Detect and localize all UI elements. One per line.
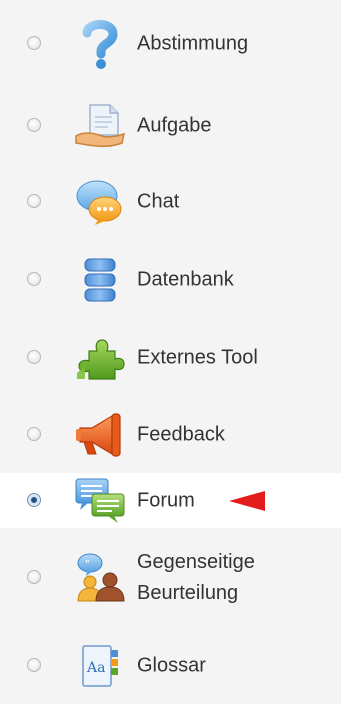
chat-bubbles-icon [74,176,126,228]
radio-feedback[interactable] [27,426,41,441]
activity-option-externes-tool[interactable]: Externes Tool [0,319,341,396]
puzzle-piece-icon [74,332,126,384]
peer-review-people-icon: " [74,552,126,604]
activity-label-forum: Forum [137,489,195,511]
radio-abstimmung[interactable] [27,36,41,50]
activity-label-chat: Chat [137,190,180,213]
radio-externes-tool[interactable] [27,349,41,364]
database-icon [74,254,126,306]
radio-forum[interactable] [27,492,41,507]
activity-option-abstimmung[interactable]: Abstimmung [0,0,341,88]
svg-text:": " [85,559,90,570]
document-hand-icon [74,100,126,152]
activity-label-glossar: Glossar [137,654,206,677]
radio-gegenseitige-beurteilung[interactable] [27,570,41,584]
activity-label-feedback: Feedback [137,423,225,445]
megaphone-icon [74,409,126,461]
activity-label-abstimmung: Abstimmung [137,32,249,55]
radio-glossar[interactable] [27,658,41,672]
activity-option-datenbank[interactable]: Datenbank [0,241,341,319]
activity-label-externes-tool: Externes Tool [137,346,258,368]
radio-datenbank[interactable] [27,272,41,286]
radio-aufgabe[interactable] [27,117,41,132]
question-mark-icon [74,18,126,70]
activity-option-glossar[interactable]: Aa Glossar [0,628,341,704]
svg-text:Aa: Aa [86,660,105,676]
red-arrow-icon [229,490,265,511]
glossary-book-icon: Aa [74,640,126,692]
activity-label-datenbank: Datenbank [137,268,234,291]
forum-bubbles-icon [74,475,126,527]
activity-option-aufgabe[interactable]: Aufgabe [0,88,341,163]
activity-option-gegenseitige-beurteilung[interactable]: " Gegenseitige Beurteilung [0,528,341,628]
radio-chat[interactable] [27,194,41,208]
activity-label-gegenseitige-beurteilung: Gegenseitige Beurteilung [137,547,337,609]
activity-option-chat[interactable]: Chat [0,163,341,241]
activity-label-line2: Beurteilung [137,582,239,604]
activity-chooser-list: Abstimmung Aufgabe Chat Datenbank Extern… [0,0,341,704]
activity-option-feedback[interactable]: Feedback [0,396,341,473]
activity-option-forum[interactable]: Forum [0,473,341,528]
activity-label-aufgabe: Aufgabe [137,114,212,136]
activity-label-line1: Gegenseitige [137,551,255,573]
